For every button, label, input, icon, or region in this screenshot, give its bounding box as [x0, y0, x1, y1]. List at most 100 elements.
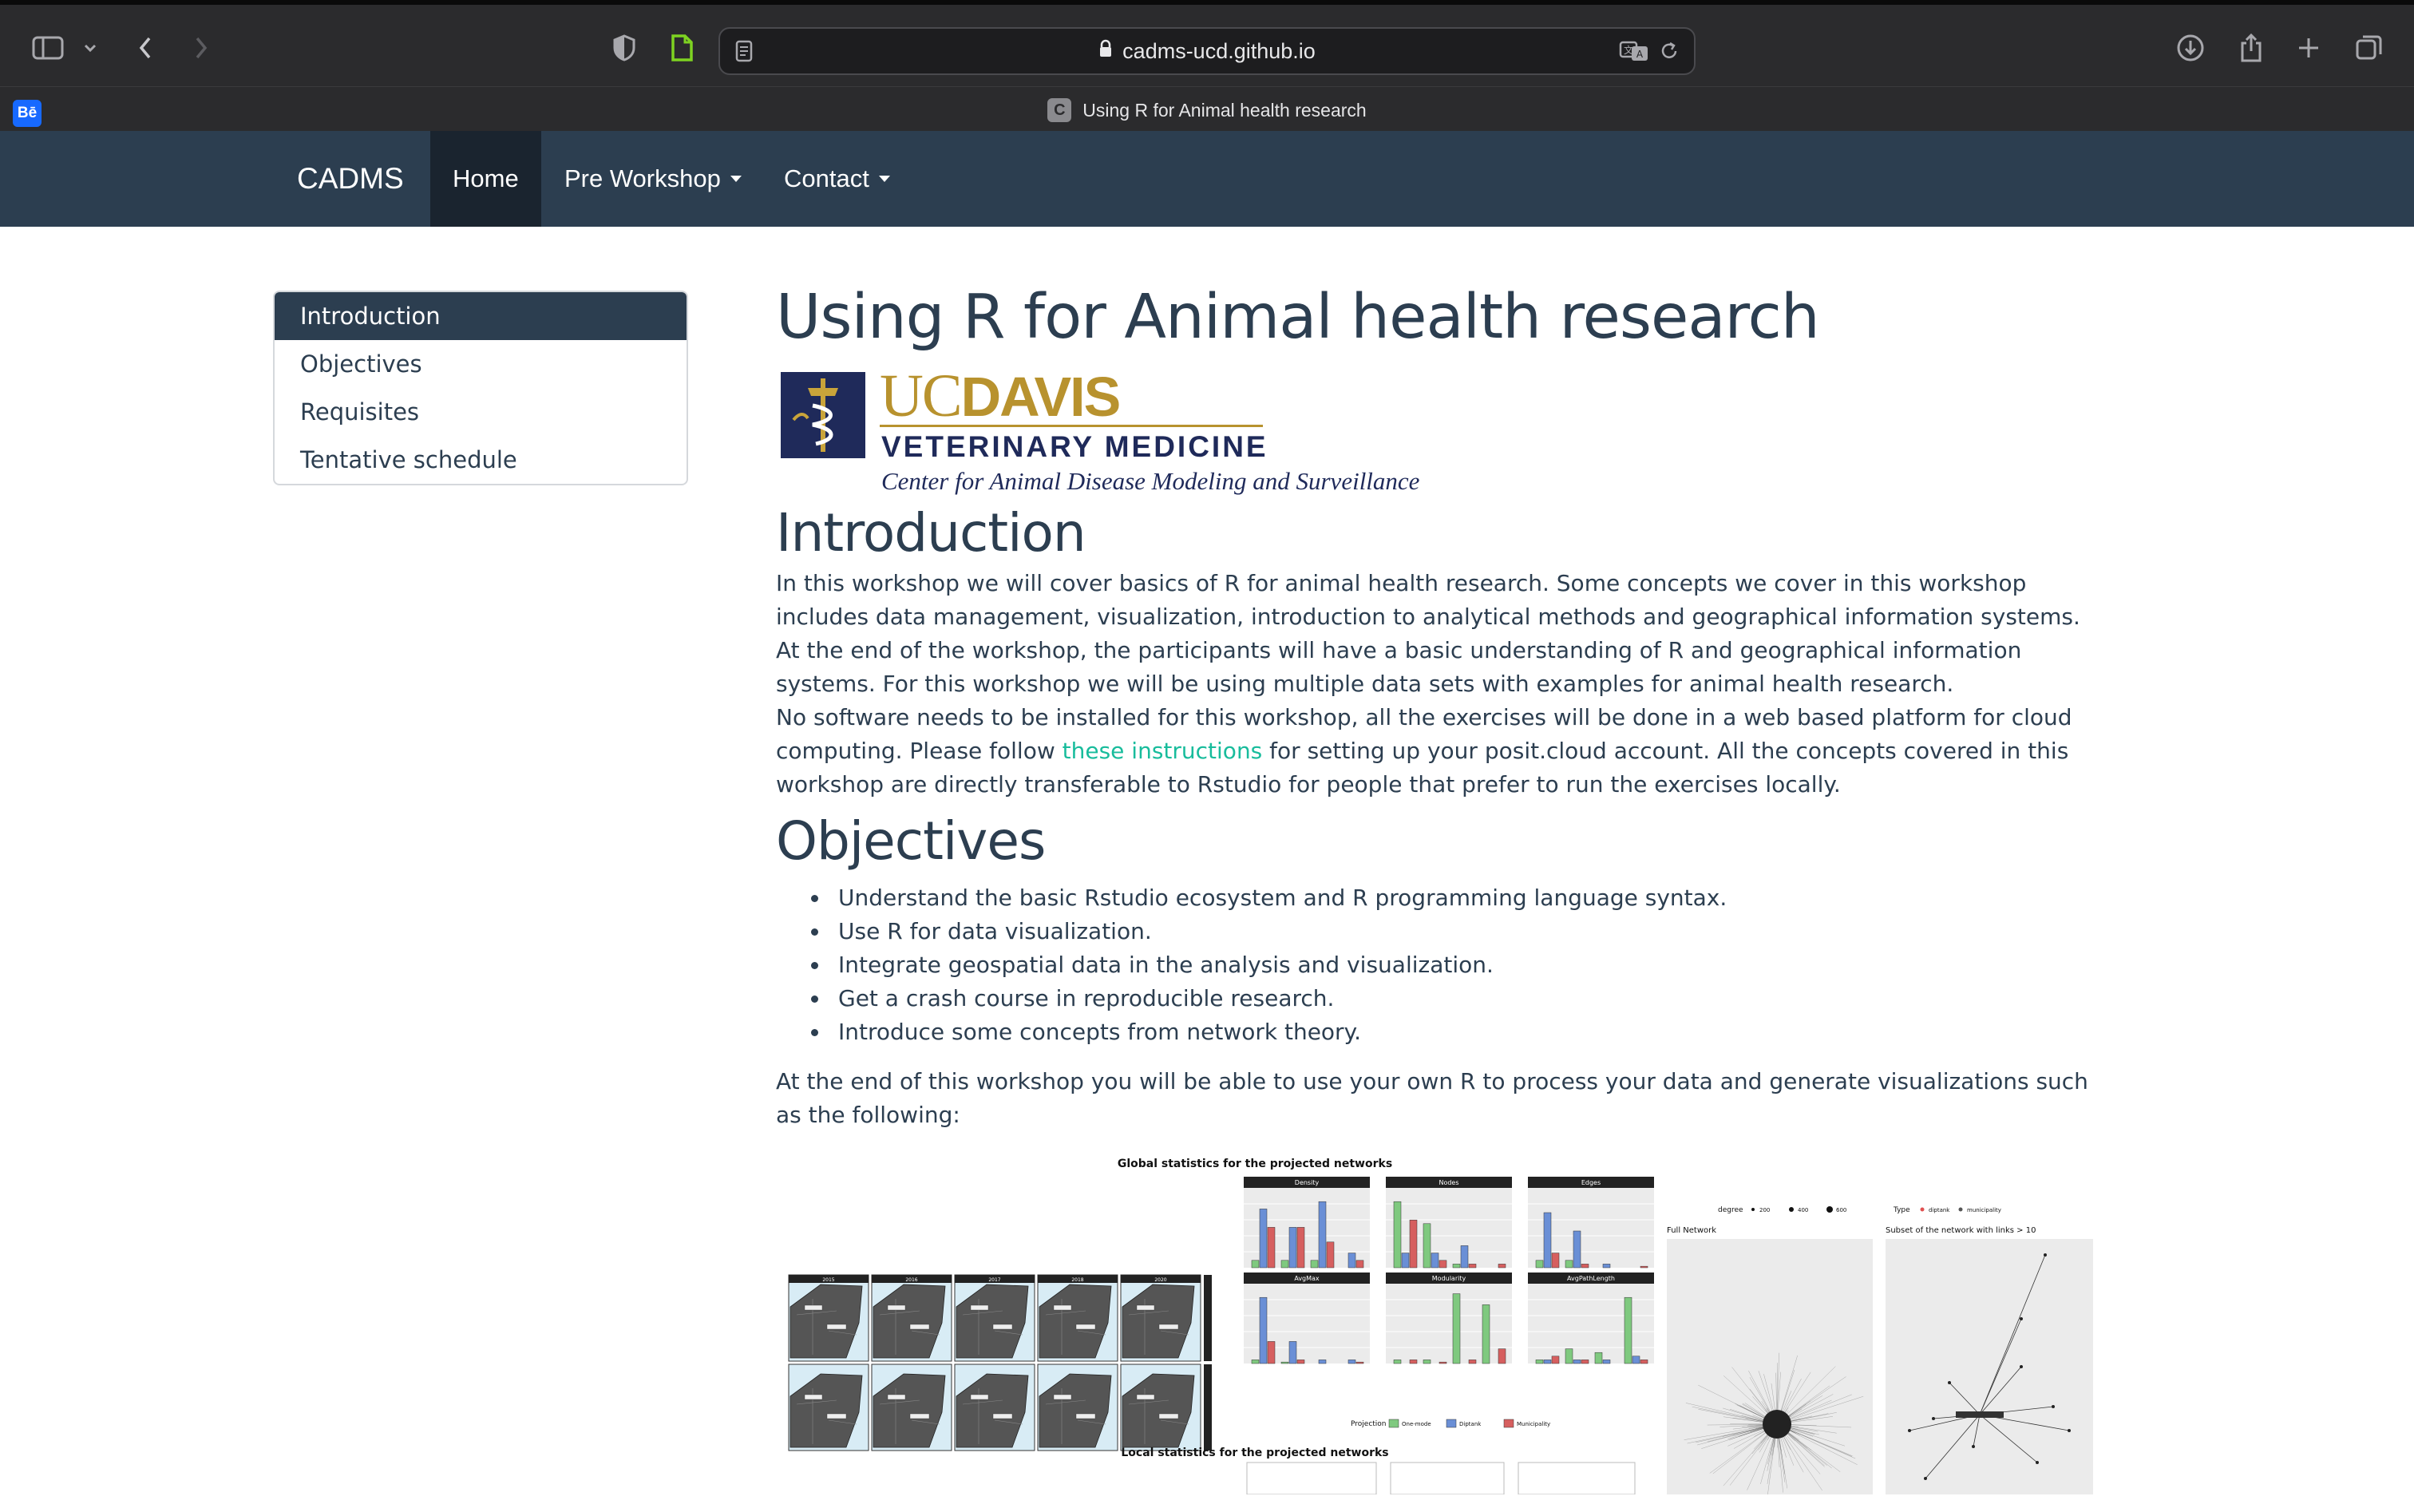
panel-label: Density [1295, 1179, 1320, 1186]
network-hub [1956, 1411, 2004, 1418]
sidebar-toggle-icon[interactable] [24, 29, 72, 67]
network-node [2044, 1253, 2047, 1257]
lock-icon [1098, 39, 1113, 64]
toc-item-requisites[interactable]: Requisites [275, 388, 687, 436]
map-label-box [992, 1413, 1013, 1419]
objectives-list: Understand the basic Rstudio ecosystem a… [811, 881, 2093, 1049]
bar [1565, 1348, 1573, 1364]
bar [1393, 1201, 1402, 1269]
bar [1573, 1230, 1581, 1269]
figure-title: Global statistics for the projected netw… [1118, 1158, 1392, 1170]
url-text: cadms-ucd.github.io [1122, 38, 1316, 63]
svg-text:文: 文 [1624, 44, 1633, 56]
map-label-box [1075, 1324, 1096, 1330]
reload-icon[interactable] [1659, 41, 1680, 65]
forward-icon[interactable] [177, 29, 225, 67]
bar-panels: Density Nodes Edges AvgMax Modularity AvgPath… [1244, 1177, 1654, 1364]
chevron-down-icon[interactable] [70, 29, 110, 67]
toc-item-objectives[interactable]: Objectives [275, 340, 687, 388]
bar [1460, 1245, 1469, 1269]
bar [1409, 1219, 1418, 1269]
network-left-bg [1667, 1239, 1873, 1494]
address-bar[interactable]: cadms-ucd.github.io 文A [718, 27, 1696, 75]
bar [1280, 1361, 1289, 1364]
bar [1543, 1360, 1552, 1364]
privacy-shield-icon[interactable] [600, 29, 648, 67]
page-title: Using R for Animal health research [776, 282, 1820, 353]
bar [1602, 1264, 1611, 1269]
translate-icon[interactable]: 文A [1619, 40, 1649, 66]
legend-swatch [1388, 1419, 1399, 1428]
map-label-box [909, 1413, 930, 1419]
intro-paragraph-2: No software needs to be installed for th… [776, 701, 2093, 802]
panel-label: Edges [1581, 1179, 1601, 1186]
download-icon[interactable] [2167, 29, 2214, 67]
tab-favicon-icon: C [1047, 98, 1072, 122]
bar [1423, 1223, 1431, 1269]
bar [1310, 1260, 1319, 1269]
map-label-box [804, 1394, 823, 1400]
legend-dot [1789, 1207, 1794, 1212]
map-row-strip [1204, 1364, 1212, 1451]
bar [1288, 1227, 1297, 1269]
map-label-box [1075, 1413, 1096, 1419]
bar [1594, 1352, 1603, 1364]
new-tab-icon[interactable] [2285, 29, 2333, 67]
map-label-box [1158, 1413, 1179, 1419]
nav-pre-workshop[interactable]: Pre Workshop [542, 131, 764, 227]
bar [1423, 1360, 1431, 1364]
bar [1482, 1304, 1490, 1364]
network-type-value: municipality [1967, 1207, 2001, 1213]
toc-item-introduction[interactable]: Introduction [275, 292, 687, 340]
bar [1452, 1264, 1461, 1269]
bar [1581, 1264, 1589, 1269]
brand-link[interactable]: CADMS [297, 131, 404, 227]
network-node [2036, 1461, 2039, 1464]
tab-bar: Bē C Using R for Animal health research [0, 86, 2414, 136]
network-panels: degree 200 400 600 Type diptank municipality Fu… [1667, 1206, 2093, 1494]
toc-item-tentative-schedule[interactable]: Tentative schedule [275, 436, 687, 484]
legend-dot [1751, 1208, 1755, 1211]
intro-heading: Introduction [776, 502, 1086, 564]
maps-panel: 2015 2016 2017 2018 2020 [788, 1274, 1212, 1451]
nav-contact[interactable]: Contact [762, 131, 912, 227]
bar [1347, 1253, 1356, 1269]
extension-icon[interactable] [658, 29, 706, 67]
panel-bg [1386, 1284, 1512, 1364]
network-node [1924, 1477, 1927, 1480]
back-icon[interactable] [121, 29, 169, 67]
bar [1452, 1293, 1461, 1364]
bar [1355, 1260, 1364, 1269]
list-item: Introduce some concepts from network the… [811, 1015, 2093, 1049]
ucdavis-vetmed-logo: UCDAVIS VETERINARY MEDICINE Center for A… [776, 364, 1462, 500]
svg-text:A: A [1636, 49, 1644, 60]
bar [1439, 1361, 1447, 1364]
bar [1393, 1360, 1402, 1364]
active-tab[interactable]: C Using R for Animal health research [0, 98, 2414, 122]
bar [1439, 1260, 1447, 1269]
map-year-label: 2017 [988, 1277, 1000, 1283]
legend-title: Projection [1351, 1420, 1387, 1428]
bar [1401, 1253, 1410, 1269]
legend-label: Diptank [1459, 1421, 1482, 1427]
nav-home[interactable]: Home [430, 131, 541, 227]
objectives-heading: Objectives [776, 810, 1046, 872]
panel-label: Modularity [1432, 1275, 1466, 1282]
tab-overview-icon[interactable] [2345, 29, 2393, 67]
map-year-label: 2015 [822, 1277, 834, 1283]
caret-down-icon [730, 175, 742, 182]
bar [1624, 1296, 1632, 1364]
bar [1259, 1296, 1268, 1364]
instructions-link[interactable]: these instructions [1063, 738, 1263, 764]
map-label-box [970, 1394, 989, 1400]
bar [1296, 1360, 1305, 1364]
map-row-strip [1204, 1275, 1212, 1361]
legend-label: Municipality [1517, 1421, 1550, 1427]
list-item: Use R for data visualization. [811, 915, 2093, 948]
main-content: Using R for Animal health research UCDAV… [776, 279, 2093, 1494]
figure-legend: Projection One-mode Diptank Municipality [1351, 1419, 1550, 1428]
bar [1640, 1360, 1648, 1364]
share-icon[interactable] [2227, 29, 2275, 67]
bar [1543, 1212, 1552, 1269]
intro-paragraph-1: In this workshop we will cover basics of… [776, 570, 2080, 697]
